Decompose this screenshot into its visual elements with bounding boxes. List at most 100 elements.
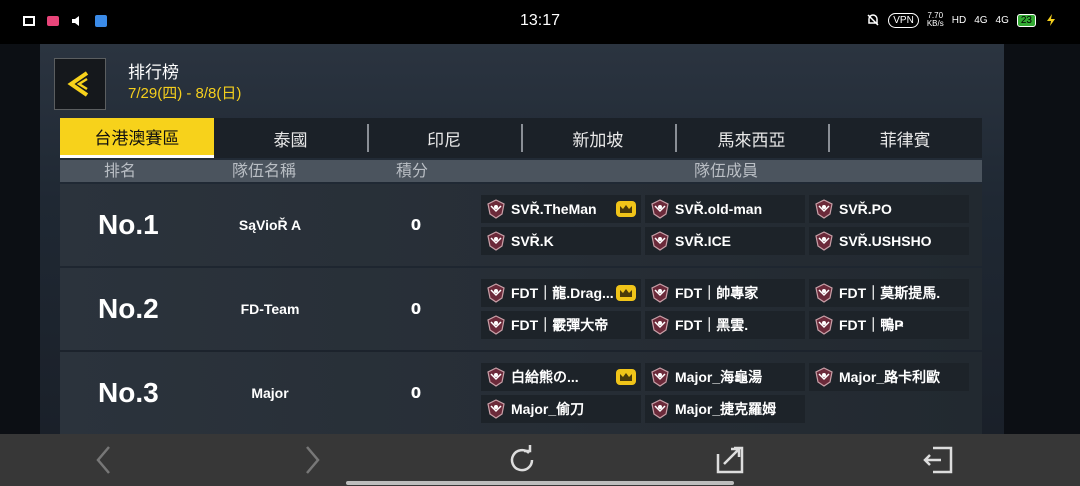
- page-title: 排行榜: [128, 63, 179, 83]
- team-member[interactable]: SVŘ.old-man: [645, 195, 805, 223]
- rank-label: No.1: [98, 209, 159, 240]
- member-name: FDT｜莫斯提馬.: [839, 285, 941, 301]
- team-member[interactable]: FDT｜龍.Drag...: [481, 279, 641, 307]
- nav-forward-icon: [306, 446, 320, 474]
- member-name: SVŘ.old-man: [675, 201, 763, 217]
- nav-forward-button[interactable]: [292, 442, 332, 478]
- tab-region-philippines[interactable]: 菲律賓: [828, 118, 982, 158]
- column-header-members: 隊伍成員: [694, 161, 759, 180]
- leaderboard-panel: 排行榜 7/29(四) - 8/8(日) 台港澳賽區 泰國 印尼 新加坡 馬來西…: [40, 44, 1004, 434]
- date-range: 7/29(四) - 8/8(日): [128, 85, 242, 102]
- team-member[interactable]: Major_捷克羅姆: [645, 395, 805, 423]
- member-name: SVŘ.TheMan: [511, 201, 597, 217]
- rank-label: No.3: [98, 377, 159, 408]
- back-arrow-icon: [67, 71, 89, 97]
- exit-button[interactable]: [918, 442, 958, 478]
- member-name: FDT｜霰彈大帝: [511, 317, 609, 333]
- team-emblem-icon: [487, 199, 505, 219]
- nav-back-button[interactable]: [84, 442, 124, 478]
- team-member[interactable]: SVŘ.TheMan: [481, 195, 641, 223]
- hd-badge: HD: [951, 14, 967, 26]
- vpn-badge: VPN: [888, 12, 919, 28]
- team-member[interactable]: FDT｜莫斯提馬.: [809, 279, 969, 307]
- team-member[interactable]: Major_偷刀: [481, 395, 641, 423]
- member-name: Major_海龜湯: [675, 369, 763, 385]
- column-header-score: 積分: [396, 161, 429, 180]
- team-emblem-icon: [651, 315, 669, 335]
- team-emblem-icon: [815, 231, 833, 251]
- member-name: FDT｜鴨Ҏ: [839, 317, 904, 333]
- column-header-team: 隊伍名稱: [232, 161, 297, 180]
- share-icon: [716, 446, 744, 474]
- member-name: 白給熊の...: [511, 369, 579, 385]
- team-member[interactable]: FDT｜黑雲.: [645, 311, 805, 339]
- team-member[interactable]: Major_海龜湯: [645, 363, 805, 391]
- rank-label: No.2: [98, 293, 159, 324]
- tab-region-thailand[interactable]: 泰國: [214, 118, 368, 158]
- team-emblem-icon: [487, 399, 505, 419]
- member-name: SVŘ.PO: [839, 201, 892, 217]
- captain-crown-icon: [616, 285, 636, 301]
- team-emblem-icon: [487, 315, 505, 335]
- leaderboard-row: No.1 SąVioŘ A 0 SVŘ.TheMan SVŘ.old-man SVŘ.PO…: [60, 184, 982, 266]
- team-member[interactable]: FDT｜霰彈大帝: [481, 311, 641, 339]
- tab-region-indonesia[interactable]: 印尼: [367, 118, 521, 158]
- team-member[interactable]: Major_路卡利歐: [809, 363, 969, 391]
- team-emblem-icon: [651, 283, 669, 303]
- back-button[interactable]: [54, 58, 106, 110]
- team-emblem-icon: [815, 315, 833, 335]
- member-name: FDT｜龍.Drag...: [511, 285, 614, 301]
- member-name: Major_偷刀: [511, 401, 585, 417]
- dnd-icon: [867, 14, 879, 26]
- exit-icon: [923, 446, 953, 474]
- battery-indicator: 23: [1016, 13, 1036, 27]
- team-score: 0: [410, 300, 422, 318]
- captain-crown-icon: [616, 201, 636, 217]
- column-header-rank: 排名: [104, 161, 137, 180]
- team-member[interactable]: SVŘ.USHSHO: [809, 227, 969, 255]
- tab-region-singapore[interactable]: 新加坡: [521, 118, 675, 158]
- team-emblem-icon: [815, 283, 833, 303]
- team-name: Major: [251, 385, 289, 401]
- leaderboard-row: No.3 Major 0 白給熊の... Major_海龜湯 Major_路卡利歐 Majo…: [60, 352, 982, 434]
- member-name: SVŘ.K: [511, 233, 554, 249]
- share-button[interactable]: [710, 442, 750, 478]
- team-emblem-icon: [651, 231, 669, 251]
- tab-region-tw-hk-mo[interactable]: 台港澳賽區: [60, 118, 214, 158]
- status-bar: 13:17 VPN 7.70 KB/s HD 4G 4G 23: [0, 0, 1080, 44]
- team-member[interactable]: SVŘ.ICE: [645, 227, 805, 255]
- member-name: Major_路卡利歐: [839, 369, 941, 385]
- team-name: FD-Team: [240, 301, 300, 317]
- team-emblem-icon: [815, 367, 833, 387]
- team-member[interactable]: SVŘ.K: [481, 227, 641, 255]
- team-emblem-icon: [815, 199, 833, 219]
- member-name: FDT｜黑雲.: [675, 317, 749, 333]
- signal-1: 4G: [974, 14, 988, 26]
- nav-back-icon: [96, 446, 110, 474]
- gesture-handle[interactable]: [346, 481, 734, 485]
- tab-region-malaysia[interactable]: 馬來西亞: [674, 118, 829, 158]
- network-speed: 7.70 KB/s: [926, 11, 944, 28]
- refresh-icon: [510, 445, 534, 472]
- member-name: SVŘ.ICE: [675, 233, 732, 249]
- team-score: 0: [410, 216, 422, 234]
- team-score: 0: [410, 384, 422, 402]
- member-name: Major_捷克羅姆: [675, 401, 777, 417]
- team-emblem-icon: [651, 367, 669, 387]
- team-emblem-icon: [487, 367, 505, 387]
- team-member[interactable]: 白給熊の...: [481, 363, 641, 391]
- status-icons-right: VPN 7.70 KB/s HD 4G 4G 23: [866, 12, 1058, 28]
- refresh-button[interactable]: [502, 442, 542, 478]
- region-tabs: 台港澳賽區 泰國 印尼 新加坡 馬來西亞 菲律賓: [60, 118, 982, 158]
- signal-2: 4G: [995, 14, 1009, 26]
- team-member[interactable]: SVŘ.PO: [809, 195, 969, 223]
- table-header: 排名 隊伍名稱 積分 隊伍成員: [60, 160, 982, 182]
- team-emblem-icon: [651, 199, 669, 219]
- leaderboard-row: No.2 FD-Team 0 FDT｜龍.Drag... FDT｜帥專家 FDT｜莫斯提馬…: [60, 268, 982, 350]
- member-name: FDT｜帥專家: [675, 285, 759, 301]
- team-name: SąVioŘ A: [238, 217, 302, 233]
- team-member[interactable]: FDT｜鴨Ҏ: [809, 311, 969, 339]
- captain-crown-icon: [616, 369, 636, 385]
- browser-nav-bar: [0, 434, 1080, 486]
- team-member[interactable]: FDT｜帥專家: [645, 279, 805, 307]
